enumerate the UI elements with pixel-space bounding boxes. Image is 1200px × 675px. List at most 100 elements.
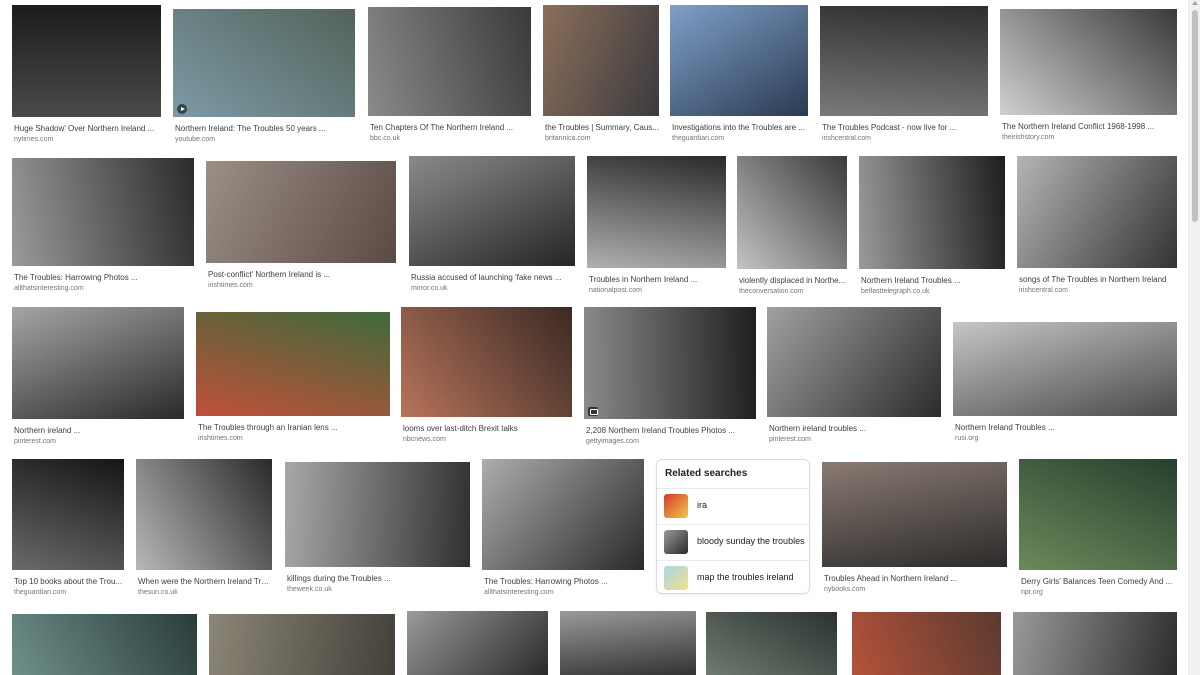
result-thumbnail[interactable] [584, 307, 756, 419]
image-result[interactable] [560, 611, 696, 675]
image-result[interactable]: looms over last-ditch Brexit talks nbcnew… [401, 307, 572, 445]
result-thumbnail[interactable] [407, 611, 548, 675]
result-title[interactable]: Northern Ireland Troubles ... [955, 423, 1177, 433]
result-thumbnail[interactable] [1017, 156, 1177, 268]
image-result[interactable]: The Troubles: Harrowing Photos ... alltha… [482, 459, 644, 598]
result-thumbnail[interactable] [173, 9, 355, 117]
result-title[interactable]: Northern Ireland Troubles ... [861, 276, 1005, 286]
image-result[interactable]: Investigations into the Troubles are ...… [670, 5, 808, 144]
result-thumbnail[interactable] [560, 611, 696, 675]
result-thumbnail[interactable] [670, 5, 808, 116]
image-result[interactable] [209, 614, 395, 675]
result-title[interactable]: The Troubles Podcast - now live for ... [822, 123, 988, 133]
result-title[interactable]: Top 10 books about the Trou... [14, 577, 124, 587]
result-thumbnail[interactable] [767, 307, 941, 417]
image-result[interactable]: The Troubles: Harrowing Photos ... alltha… [12, 158, 194, 294]
image-result[interactable]: Northern Ireland Troubles ... belfasttele… [859, 156, 1005, 297]
image-result[interactable]: 2,208 Northern Ireland Troubles Photos .… [584, 307, 756, 447]
image-result[interactable] [852, 612, 1001, 675]
image-result[interactable]: violently displaced in Northe... theconve… [737, 156, 847, 297]
result-thumbnail[interactable] [285, 462, 470, 567]
image-result[interactable]: the Troubles | Summary, Caus... britannic… [543, 5, 659, 144]
result-thumbnail[interactable] [409, 156, 575, 266]
result-thumbnail[interactable] [737, 156, 847, 269]
image-result[interactable]: Northern Ireland Troubles ... rusi.org [953, 322, 1177, 444]
result-thumbnail[interactable] [852, 612, 1001, 675]
result-thumbnail[interactable] [482, 459, 644, 570]
result-thumbnail[interactable] [953, 322, 1177, 416]
result-thumbnail[interactable] [196, 312, 390, 416]
result-thumbnail[interactable] [587, 156, 726, 268]
result-title[interactable]: The Troubles: Harrowing Photos ... [14, 273, 194, 283]
result-thumbnail[interactable] [706, 612, 837, 675]
image-result[interactable]: Huge Shadow' Over Northern Ireland ... ny… [12, 5, 161, 145]
image-result[interactable]: Russia accused of launching 'fake news .… [409, 156, 575, 294]
result-thumbnail[interactable] [12, 158, 194, 266]
scroll-up-arrow-icon[interactable] [1192, 1, 1198, 5]
image-result[interactable]: Northern Ireland: The Troubles 50 years … [173, 9, 355, 145]
result-title[interactable]: Troubles in Northern Ireland ... [589, 275, 726, 285]
image-result[interactable]: songs of The Troubles in Northern Irelan… [1017, 156, 1177, 296]
image-result[interactable]: Troubles in Northern Ireland ... national… [587, 156, 726, 296]
related-search-item[interactable]: map the troubles ireland [657, 560, 809, 594]
result-source: theguardian.com [14, 589, 67, 596]
result-title[interactable]: the Troubles | Summary, Caus... [545, 123, 659, 133]
result-thumbnail[interactable] [1013, 612, 1177, 675]
result-thumbnail[interactable] [368, 7, 531, 116]
result-title[interactable]: Derry Girls' Balances Teen Comedy And ..… [1021, 577, 1177, 587]
result-title[interactable]: violently displaced in Northe... [739, 276, 847, 286]
image-result[interactable]: The Troubles Podcast - now live for ... i… [820, 6, 988, 144]
image-result[interactable]: Derry Girls' Balances Teen Comedy And ..… [1019, 459, 1177, 598]
result-thumbnail[interactable] [12, 5, 161, 117]
image-result[interactable]: Northern ireland troubles ... pinterest.c… [767, 307, 941, 445]
result-thumbnail[interactable] [820, 6, 988, 116]
result-title[interactable]: Post-conflict' Northern Ireland is ... [208, 270, 396, 280]
result-title[interactable]: Northern Ireland: The Troubles 50 years … [175, 124, 355, 134]
result-title[interactable]: The Troubles through an Iranian lens ... [198, 423, 390, 433]
result-thumbnail[interactable] [12, 459, 124, 570]
scrollbar-thumb[interactable] [1192, 10, 1198, 222]
result-source: allthatsinteresting.com [484, 589, 554, 596]
result-thumbnail[interactable] [859, 156, 1005, 269]
image-result[interactable]: Ten Chapters Of The Northern Ireland ...… [368, 7, 531, 144]
result-title[interactable]: killings during the Troubles ... [287, 574, 470, 584]
result-title[interactable]: When were the Northern Ireland Tro... [138, 577, 272, 587]
result-thumbnail[interactable] [206, 161, 396, 263]
image-result[interactable]: Troubles Ahead in Northern Ireland ... ny… [822, 462, 1007, 595]
result-title[interactable]: looms over last-ditch Brexit talks [403, 424, 572, 434]
result-title[interactable]: The Troubles: Harrowing Photos ... [484, 577, 644, 587]
result-thumbnail[interactable] [543, 5, 659, 116]
related-search-item[interactable]: bloody sunday the troubles [657, 524, 809, 558]
result-thumbnail[interactable] [401, 307, 572, 417]
result-title[interactable]: Russia accused of launching 'fake news .… [411, 273, 575, 283]
related-search-item[interactable]: ira [657, 488, 809, 522]
result-thumbnail[interactable] [12, 614, 197, 675]
result-title[interactable]: Troubles Ahead in Northern Ireland ... [824, 574, 1007, 584]
image-result[interactable]: killings during the Troubles ... theweek.… [285, 462, 470, 595]
result-title[interactable]: The Northern Ireland Conflict 1968-1998 … [1002, 122, 1177, 132]
result-thumbnail[interactable] [1019, 459, 1177, 570]
result-title[interactable]: Investigations into the Troubles are ... [672, 123, 808, 133]
image-result[interactable] [1013, 612, 1177, 675]
result-title[interactable]: Northern ireland ... [14, 426, 184, 436]
result-title[interactable]: Northern ireland troubles ... [769, 424, 941, 434]
result-title[interactable]: songs of The Troubles in Northern Irelan… [1019, 275, 1177, 285]
image-result[interactable]: The Troubles through an Iranian lens ...… [196, 312, 390, 444]
page-scrollbar[interactable] [1188, 0, 1200, 675]
image-result[interactable]: Post-conflict' Northern Ireland is ... ir… [206, 161, 396, 291]
result-thumbnail[interactable] [12, 307, 184, 419]
image-result[interactable]: When were the Northern Ireland Tro... the… [136, 459, 272, 598]
result-thumbnail[interactable] [136, 459, 272, 570]
image-result[interactable] [12, 614, 197, 675]
result-title[interactable]: 2,208 Northern Ireland Troubles Photos .… [586, 426, 756, 436]
image-result[interactable] [407, 611, 548, 675]
result-title[interactable]: Huge Shadow' Over Northern Ireland ... [14, 124, 161, 134]
result-thumbnail[interactable] [209, 614, 395, 675]
image-result[interactable]: Top 10 books about the Trou... theguardia… [12, 459, 124, 598]
result-thumbnail[interactable] [1000, 9, 1177, 115]
image-result[interactable] [706, 612, 837, 675]
image-result[interactable]: Northern ireland ... pinterest.com [12, 307, 184, 447]
result-thumbnail[interactable] [822, 462, 1007, 567]
result-title[interactable]: Ten Chapters Of The Northern Ireland ... [370, 123, 531, 133]
image-result[interactable]: The Northern Ireland Conflict 1968-1998 … [1000, 9, 1177, 143]
